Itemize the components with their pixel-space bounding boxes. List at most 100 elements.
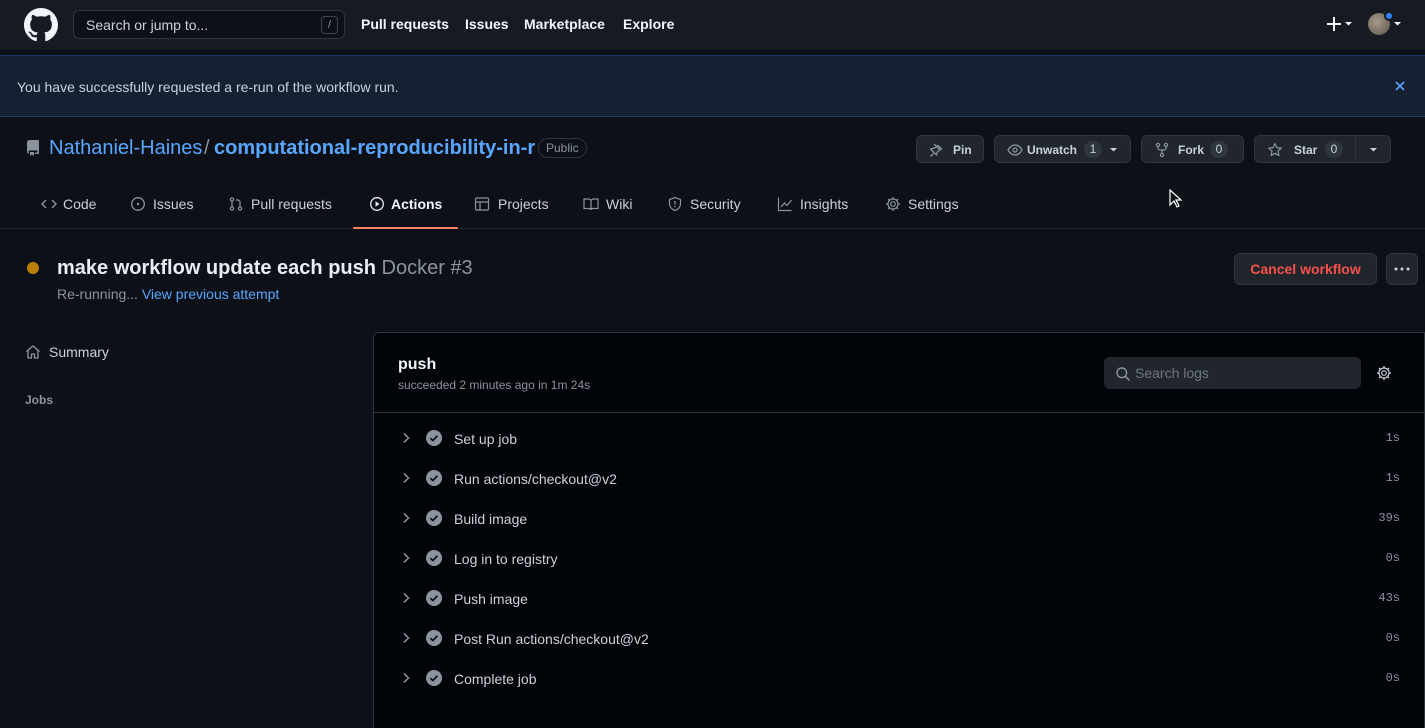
flash-message: You have successfully requested a re-run… [17, 79, 399, 95]
chevron-right-icon[interactable] [402, 672, 410, 684]
nav-issues[interactable]: Issues [465, 16, 509, 32]
step-name: Run actions/checkout@v2 [454, 471, 617, 487]
mouse-pointer-icon [1169, 189, 1183, 209]
gear-icon [885, 196, 901, 212]
tab-settings[interactable]: Settings [885, 180, 965, 228]
chevron-right-icon[interactable] [402, 432, 410, 444]
search-shortcut-key: / [321, 16, 338, 34]
chevron-right-icon[interactable] [402, 512, 410, 524]
check-circle-icon [426, 590, 442, 606]
tab-label: Issues [153, 196, 194, 212]
step-duration: 1s [1385, 431, 1400, 445]
chevron-down-icon[interactable] [1393, 21, 1402, 27]
cancel-workflow-button[interactable]: Cancel workflow [1234, 253, 1377, 285]
step-name: Set up job [454, 431, 518, 447]
step-duration: 0s [1385, 551, 1400, 565]
pin-icon [929, 142, 945, 158]
tab-label: Code [63, 196, 97, 212]
star-list-dropdown[interactable] [1357, 136, 1391, 162]
fork-count: 0 [1210, 141, 1228, 158]
visibility-badge: Public [538, 138, 587, 158]
tab-label: Projects [498, 196, 549, 212]
job-step-row[interactable]: Run actions/checkout@v2 1s [374, 459, 1424, 499]
tab-label: Actions [391, 196, 443, 212]
shield-icon [667, 196, 683, 212]
run-workflow-name: Docker #3 [381, 257, 473, 279]
issue-icon [130, 196, 146, 212]
check-circle-icon [426, 670, 442, 686]
chevron-right-icon[interactable] [402, 472, 410, 484]
github-logo-icon[interactable] [24, 8, 58, 42]
step-duration: 1s [1385, 471, 1400, 485]
tab-security[interactable]: Security [667, 180, 747, 228]
run-status-indicator [27, 262, 39, 274]
chevron-down-icon [1109, 147, 1118, 153]
tab-pull-requests[interactable]: Pull requests [228, 180, 338, 228]
tab-wiki[interactable]: Wiki [583, 180, 635, 228]
pin-button[interactable]: Pin [916, 135, 984, 163]
star-icon [1267, 142, 1283, 158]
check-circle-icon [426, 550, 442, 566]
check-circle-icon [426, 510, 442, 526]
play-icon [369, 196, 385, 212]
more-options-button[interactable] [1386, 253, 1418, 285]
repo-tabs: Code Issues Pull requests Actions Projec… [0, 180, 1425, 229]
nav-marketplace[interactable]: Marketplace [524, 16, 605, 32]
job-step-row[interactable]: Build image 39s [374, 499, 1424, 539]
summary-label: Summary [49, 344, 109, 360]
eye-icon [1007, 142, 1023, 158]
tab-code[interactable]: Code [41, 180, 101, 228]
repo-icon [25, 140, 41, 156]
pull-request-icon [228, 196, 244, 212]
job-step-row[interactable]: Post Run actions/checkout@v2 0s [374, 619, 1424, 659]
global-header: Search or jump to... / Pull requests Iss… [0, 0, 1425, 50]
jobs-heading: Jobs [25, 393, 54, 407]
tab-label: Security [690, 196, 741, 212]
job-step-row[interactable]: Set up job 1s [374, 419, 1424, 459]
step-name: Build image [454, 511, 528, 527]
job-step-row[interactable]: Push image 43s [374, 579, 1424, 619]
home-icon [25, 344, 41, 360]
tab-actions[interactable]: Actions [353, 180, 458, 229]
tab-insights[interactable]: Insights [777, 180, 855, 228]
close-icon[interactable] [1394, 80, 1406, 92]
repo-path-separator: / [204, 137, 210, 159]
tab-label: Settings [908, 196, 959, 212]
nav-pull-requests[interactable]: Pull requests [361, 16, 449, 32]
check-circle-icon [426, 630, 442, 646]
step-duration: 0s [1385, 671, 1400, 685]
run-commit-message: make workflow update each push [57, 257, 376, 279]
view-previous-attempt-link[interactable]: View previous attempt [142, 286, 279, 302]
tab-projects[interactable]: Projects [474, 180, 554, 228]
repo-name-link[interactable]: computational-reproducibility-in-r [214, 137, 535, 160]
step-name: Push image [454, 591, 528, 607]
step-duration: 39s [1378, 511, 1400, 525]
search-logs-field[interactable] [1104, 357, 1361, 389]
run-status-text: Re-running... [57, 286, 138, 302]
step-duration: 0s [1385, 631, 1400, 645]
nav-explore[interactable]: Explore [623, 16, 674, 32]
search-logs-input[interactable] [1135, 358, 1355, 388]
global-search-input[interactable]: Search or jump to... / [73, 10, 345, 39]
repo-owner-link[interactable]: Nathaniel-Haines [49, 137, 202, 160]
flash-notice: You have successfully requested a re-run… [0, 55, 1425, 117]
step-name: Complete job [454, 671, 537, 687]
create-new-plus-icon[interactable] [1326, 14, 1354, 34]
chevron-right-icon[interactable] [402, 592, 410, 604]
star-button[interactable]: Star 0 [1255, 136, 1356, 162]
chevron-down-icon [1369, 147, 1378, 153]
step-name: Post Run actions/checkout@v2 [454, 631, 649, 647]
chevron-right-icon[interactable] [402, 552, 410, 564]
unwatch-button[interactable]: Unwatch 1 [994, 135, 1131, 163]
book-icon [583, 196, 599, 212]
log-settings-gear-icon[interactable] [1376, 365, 1392, 381]
tab-issues[interactable]: Issues [130, 180, 200, 228]
chevron-right-icon[interactable] [402, 632, 410, 644]
job-log-header: push succeeded 2 minutes ago in 1m 24s [374, 333, 1424, 413]
job-step-row[interactable]: Log in to registry 0s [374, 539, 1424, 579]
search-icon [1115, 366, 1131, 382]
job-step-row[interactable]: Complete job 0s [374, 659, 1424, 699]
search-placeholder: Search or jump to... [86, 17, 209, 33]
fork-button[interactable]: Fork 0 [1141, 135, 1244, 163]
job-name: push [398, 356, 437, 373]
